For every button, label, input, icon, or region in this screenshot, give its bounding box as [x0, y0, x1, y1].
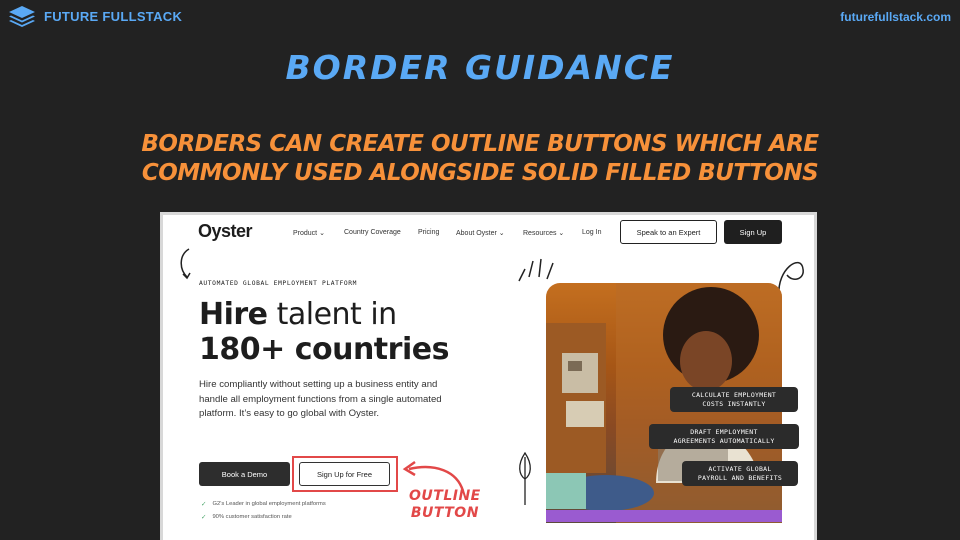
slide-subtitle: BORDERS CAN CREATE OUTLINE BUTTONS WHICH… [120, 130, 840, 188]
check-icon: ✓ [201, 514, 207, 521]
top-nav: Oyster Product ⌄ Country Coverage Pricin… [163, 215, 814, 251]
feature-pill: ACTIVATE GLOBAL PAYROLL AND BENEFITS [682, 461, 798, 486]
oyster-logo[interactable]: Oyster [198, 221, 253, 242]
check-icon: ✓ [201, 501, 207, 508]
hero-heading-line-1: Hire talent in [199, 297, 397, 332]
sign-up-for-free-button[interactable]: Sign Up for Free [299, 462, 390, 486]
nav-pricing[interactable]: Pricing [418, 229, 439, 236]
leaf-doodle-icon [519, 451, 531, 505]
subtitle-line-2: COMMONLY USED ALONGSIDE SOLID FILLED BUT… [141, 160, 819, 186]
subtitle-line-1: BORDERS CAN CREATE OUTLINE BUTTONS WHICH… [141, 131, 819, 157]
nav-resources[interactable]: Resources ⌄ [523, 229, 564, 237]
nav-about[interactable]: About Oyster ⌄ [456, 229, 505, 237]
sign-up-button[interactable]: Sign Up [724, 220, 782, 244]
site-url[interactable]: futurefullstack.com [840, 10, 951, 24]
check-row: ✓ 90% customer satisfaction rate [201, 514, 292, 521]
eyebrow-label: AUTOMATED GLOBAL EMPLOYMENT PLATFORM [199, 280, 358, 287]
nav-product[interactable]: Product ⌄ [293, 229, 325, 237]
speak-to-expert-button[interactable]: Speak to an Expert [620, 220, 717, 244]
sparkle-lines-icon [518, 258, 554, 282]
hero-heading-line-2: 180+ countries [199, 332, 449, 367]
nav-login[interactable]: Log In [582, 229, 601, 236]
stacked-layers-icon [9, 6, 35, 27]
outline-button-annotation: OUTLINE BUTTON [409, 488, 481, 521]
nav-country-coverage[interactable]: Country Coverage [344, 229, 401, 236]
feature-pill: DRAFT EMPLOYMENT AGREEMENTS AUTOMATICALLY [649, 424, 799, 449]
hero-description: Hire compliantly without setting up a bu… [199, 379, 442, 420]
website-screenshot: Oyster Product ⌄ Country Coverage Pricin… [160, 212, 817, 540]
photo-accent-bar [546, 510, 782, 522]
brand: FUTURE FULLSTACK [8, 5, 182, 27]
check-row: ✓ G2’s Leader in global employment platf… [201, 501, 326, 508]
feature-pill: CALCULATE EMPLOYMENT COSTS INSTANTLY [670, 387, 798, 412]
brand-name: FUTURE FULLSTACK [44, 8, 183, 24]
curved-arrow-doodle-icon [180, 248, 191, 280]
slide-title: BORDER GUIDANCE [285, 48, 675, 87]
book-demo-button[interactable]: Book a Demo [199, 462, 290, 486]
